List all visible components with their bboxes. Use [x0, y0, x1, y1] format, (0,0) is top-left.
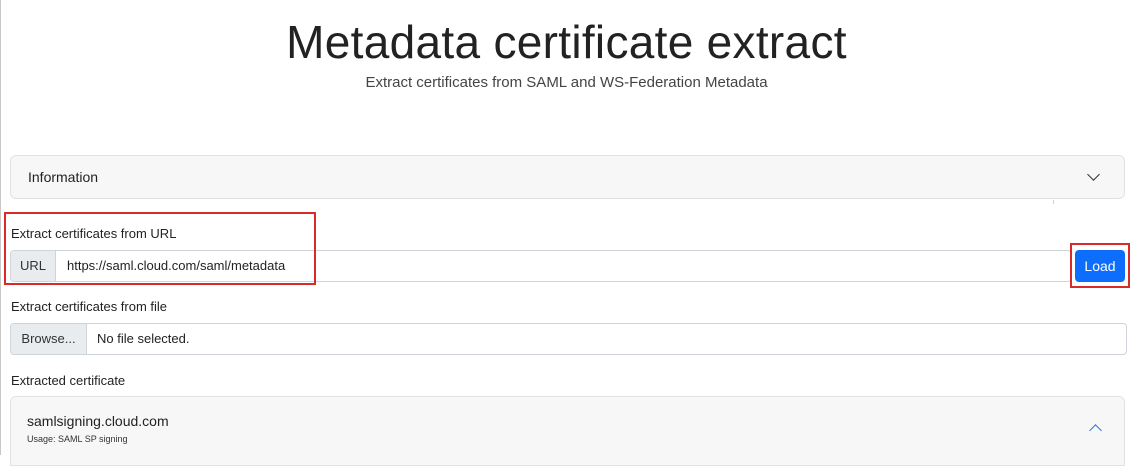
chevron-up-icon	[1089, 424, 1102, 437]
file-status-text: No file selected.	[97, 331, 190, 346]
divider-mark	[1053, 200, 1054, 204]
file-input-group[interactable]: Browse... No file selected.	[10, 323, 1127, 355]
certificate-accordion[interactable]: samlsigning.cloud.com Usage: SAML SP sig…	[10, 396, 1125, 466]
url-input[interactable]	[67, 251, 1047, 281]
chevron-down-icon	[1087, 168, 1100, 181]
load-button[interactable]: Load	[1075, 250, 1125, 282]
page-subtitle: Extract certificates from SAML and WS-Fe…	[365, 74, 768, 91]
browse-button[interactable]: Browse...	[11, 324, 87, 354]
url-input-group: URL	[10, 250, 1072, 282]
url-addon-label: URL	[11, 251, 56, 281]
certificate-usage: Usage: SAML SP signing	[27, 434, 128, 444]
page-title: Metadata certificate extract	[286, 16, 847, 68]
extracted-section-label: Extracted certificate	[11, 373, 126, 388]
information-accordion[interactable]: Information	[10, 155, 1125, 199]
file-section-label: Extract certificates from file	[11, 299, 168, 314]
certificate-name: samlsigning.cloud.com	[27, 413, 169, 429]
information-accordion-label: Information	[28, 169, 99, 185]
url-section-label: Extract certificates from URL	[11, 226, 177, 241]
